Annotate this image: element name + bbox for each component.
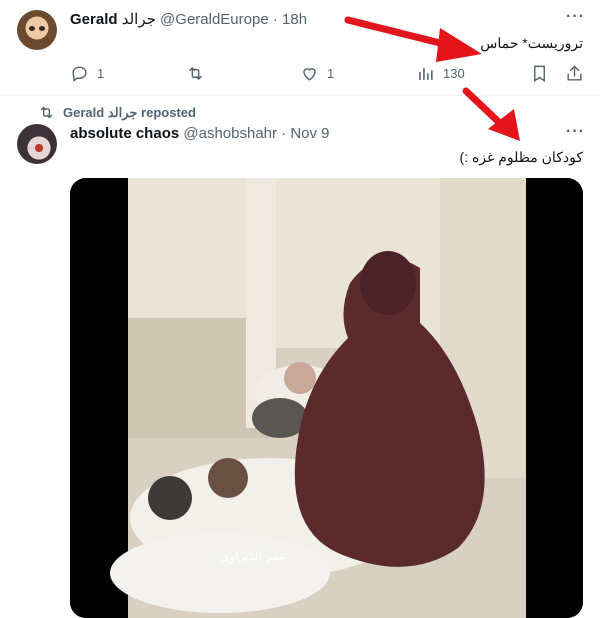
display-name[interactable]: Gerald: [70, 11, 118, 28]
more-icon[interactable]: ···: [566, 8, 585, 26]
bookmark-button[interactable]: [530, 60, 549, 86]
tweet-text: کودکان مظلوم غزه :): [459, 149, 583, 165]
views-button[interactable]: 130: [416, 60, 465, 86]
repost-name: Gerald: [63, 104, 105, 120]
avatar[interactable]: [17, 10, 57, 50]
reply-button[interactable]: 1: [70, 60, 104, 86]
bookmark-icon: [534, 65, 545, 82]
media-watermark: عمر الدیراوی: [220, 549, 286, 564]
avatar-eye: [39, 26, 45, 31]
reply-icon: [72, 65, 87, 82]
handle[interactable]: @ashobshahr: [183, 125, 277, 142]
tweet-header: absolute chaos @ashobshahr · Nov 9: [70, 125, 330, 142]
retweet-icon: [189, 66, 202, 80]
handle[interactable]: @GeraldEurope: [160, 11, 269, 28]
views-count: 130: [443, 65, 465, 81]
share-button[interactable]: [565, 60, 584, 86]
repost-suffix: reposted: [141, 104, 196, 120]
more-icon[interactable]: ···: [566, 123, 585, 141]
display-name-alt[interactable]: جرالد: [122, 11, 156, 28]
separator: ·: [281, 125, 287, 142]
avatar[interactable]: [17, 124, 57, 164]
tweet-header: Gerald جرالد @GeraldEurope · 18h: [70, 10, 307, 28]
display-name[interactable]: absolute chaos: [70, 125, 179, 142]
like-icon: [303, 67, 316, 81]
like-count: 1: [327, 65, 335, 81]
timestamp[interactable]: 18h: [282, 11, 307, 28]
separator: ·: [272, 11, 278, 28]
reply-count: 1: [97, 65, 105, 81]
tweet-gerald: Gerald جرالد @GeraldEurope · 18h ··· ترو…: [0, 0, 600, 95]
video-media[interactable]: عمر الدیراوی: [70, 178, 583, 618]
video-frame: عمر الدیراوی: [70, 178, 583, 618]
retweet-button[interactable]: [186, 60, 205, 86]
tweet-text: تروریست* حماس: [480, 35, 583, 51]
repost-name-alt: جرالد: [107, 104, 138, 120]
timestamp[interactable]: Nov 9: [290, 125, 329, 142]
avatar-eye: [29, 26, 35, 31]
repost-icon: [40, 106, 53, 119]
tweet-absolute-chaos: Gerald جرالد reposted absolute chaos @as…: [0, 96, 600, 618]
repost-label[interactable]: Gerald جرالد reposted: [38, 104, 196, 121]
action-bar: 1 1 130: [0, 60, 600, 86]
like-button[interactable]: 1: [300, 60, 334, 86]
views-icon: [419, 67, 433, 80]
share-icon: [567, 65, 582, 81]
